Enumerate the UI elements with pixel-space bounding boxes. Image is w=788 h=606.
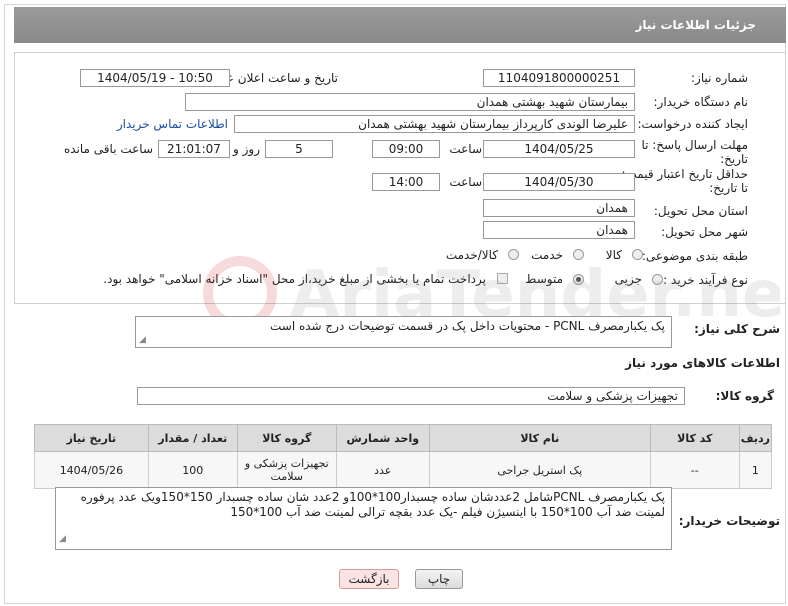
cell-row-number: 1 <box>738 451 773 489</box>
province-label: استان محل تحویل: <box>653 204 748 218</box>
buyer-notes-label: توضیحات خریدار: <box>678 514 780 528</box>
cell-name: پک استریل جراحی <box>428 451 651 489</box>
page-header: جزئیات اطلاعات نیاز <box>14 7 786 43</box>
process-radio-medium[interactable] <box>573 274 584 285</box>
back-button[interactable]: بازگشت <box>339 569 399 589</box>
col-header-need-date: تاریخ نیاز <box>34 424 149 452</box>
payment-checkbox[interactable] <box>497 273 508 284</box>
col-header-group: گروه کالا <box>236 424 337 452</box>
city-field[interactable]: همدان <box>483 221 635 239</box>
col-header-name: نام کالا <box>428 424 651 452</box>
process-option-minor: جزیی <box>614 272 642 286</box>
col-header-code: کد کالا <box>649 424 740 452</box>
process-label: نوع فرآیند خرید : <box>663 273 748 287</box>
print-button[interactable]: چاپ <box>415 569 463 589</box>
validity-time-field[interactable]: 14:00 <box>372 173 440 191</box>
validity-date-field[interactable]: 1404/05/30 <box>483 173 635 191</box>
category-radio-both[interactable] <box>508 249 519 260</box>
cell-code: -- <box>649 451 740 489</box>
goods-table: ردیف کد کالا نام کالا واحد شمارش گروه کا… <box>34 424 773 489</box>
buyer-label: نام دستگاه خریدار: <box>653 95 749 109</box>
goods-group-field[interactable]: تجهیزات پزشکی و سلامت <box>137 387 685 405</box>
city-label: شهر محل تحویل: <box>661 225 748 239</box>
buyer-notes-text: پک یکبارمصرف PCNLشامل 2عددشان ساده چسبدا… <box>80 490 665 519</box>
category-radio-service[interactable] <box>573 249 584 260</box>
description-label: شرح کلی نیاز: <box>694 322 780 336</box>
category-option-service: خدمت <box>531 248 563 262</box>
cell-unit: عدد <box>335 451 430 489</box>
category-radio-goods[interactable] <box>632 249 643 260</box>
validity-label: حداقل تاریخ اعتبار قیمت: تا تاریخ: <box>621 167 748 195</box>
goods-section-title: اطلاعات کالاهای مورد نیاز <box>625 356 780 370</box>
buyer-field[interactable]: بیمارستان شهید بهشتی همدان <box>185 93 635 111</box>
cell-quantity: 100 <box>147 451 238 489</box>
remaining-time-field[interactable]: 21:01:07 <box>158 140 230 158</box>
description-text: پک یکبارمصرف PCNL - محتویات داخل پک در ق… <box>269 319 665 333</box>
page-title: جزئیات اطلاعات نیاز <box>635 18 756 32</box>
requester-field[interactable]: علیرضا الوندی کارپرداز بیمارستان شهید به… <box>234 115 635 133</box>
payment-note: پرداخت تمام یا بخشی از مبلغ خرید،از محل … <box>103 272 486 286</box>
category-label: طبقه بندی موضوعی: <box>641 249 748 263</box>
process-option-medium: متوسط <box>525 272 563 286</box>
remaining-label: ساعت باقی مانده <box>63 142 153 156</box>
requester-label: ایجاد کننده درخواست: <box>637 117 748 131</box>
validity-time-label: ساعت <box>449 175 482 189</box>
cell-need-date: 1404/05/26 <box>34 451 149 489</box>
col-header-unit: واحد شمارش <box>335 424 430 452</box>
table-row[interactable]: 1 -- پک استریل جراحی عدد تجهیزات پزشکی و… <box>34 451 773 489</box>
days-label: روز و <box>233 142 260 156</box>
description-textarea[interactable]: پک یکبارمصرف PCNL - محتویات داخل پک در ق… <box>135 316 672 348</box>
deadline-label: مهلت ارسال پاسخ: تا تاریخ: <box>641 138 748 166</box>
contact-link[interactable]: اطلاعات تماس خریدار <box>117 117 228 131</box>
category-option-goods: کالا <box>605 248 622 262</box>
deadline-time-field[interactable]: 09:00 <box>372 140 440 158</box>
need-number-label: شماره نیاز: <box>691 71 748 85</box>
col-header-quantity: تعداد / مقدار <box>147 424 238 452</box>
need-number-field[interactable]: 1104091800000251 <box>483 69 635 87</box>
deadline-time-label: ساعت <box>449 142 482 156</box>
deadline-date-field[interactable]: 1404/05/25 <box>483 140 635 158</box>
buyer-notes-textarea[interactable]: پک یکبارمصرف PCNLشامل 2عددشان ساده چسبدا… <box>55 487 672 550</box>
province-field[interactable]: همدان <box>483 199 635 217</box>
cell-group: تجهیزات پزشکی و سلامت <box>236 451 337 489</box>
days-field[interactable]: 5 <box>265 140 333 158</box>
announce-field[interactable]: 1404/05/19 - 10:50 <box>80 69 230 87</box>
resize-grip-icon[interactable]: ◢ <box>139 335 146 345</box>
col-header-row-number: ردیف <box>738 424 773 452</box>
resize-grip-icon[interactable]: ◢ <box>59 532 66 547</box>
process-radio-minor[interactable] <box>652 274 663 285</box>
category-option-both: کالا/خدمت <box>445 248 498 262</box>
goods-group-label: گروه کالا: <box>715 389 774 403</box>
table-header-row: ردیف کد کالا نام کالا واحد شمارش گروه کا… <box>34 424 773 452</box>
